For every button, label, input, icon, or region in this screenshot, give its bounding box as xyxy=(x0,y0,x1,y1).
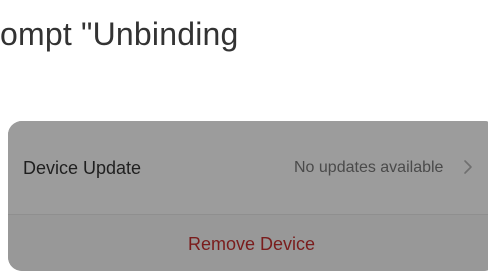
device-settings-panel: Device Update No updates available Remov… xyxy=(8,121,488,271)
device-update-label: Device Update xyxy=(23,158,142,178)
device-update-row[interactable]: Device Update No updates available xyxy=(8,121,488,214)
remove-device-label: Remove Device xyxy=(188,234,316,254)
update-status-text: No updates available xyxy=(294,159,444,176)
page-heading: ompt "Unbinding xyxy=(0,16,239,52)
remove-device-button[interactable]: Remove Device xyxy=(8,215,488,271)
chevron-right-icon xyxy=(464,160,472,174)
